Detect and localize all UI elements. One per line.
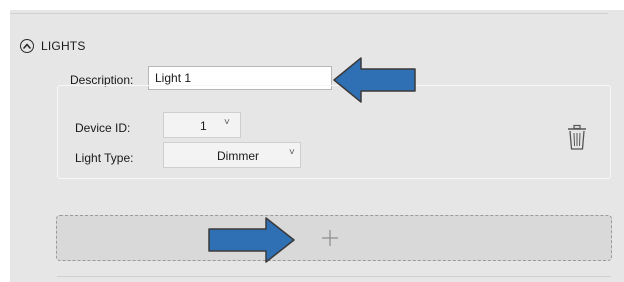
chevron-up-circle-icon[interactable] xyxy=(20,39,34,53)
annotation-arrow-left xyxy=(333,57,416,103)
light-type-label: Light Type: xyxy=(75,151,134,165)
device-id-value: 1 xyxy=(200,119,207,133)
light-type-value: Dimmer xyxy=(217,149,259,163)
chevron-down-icon: ˅ xyxy=(224,117,230,128)
light-type-select[interactable]: Dimmer ˅ xyxy=(163,142,301,168)
trash-icon[interactable] xyxy=(566,124,588,152)
section-title: LIGHTS xyxy=(41,39,86,53)
section-header: LIGHTS xyxy=(20,36,86,56)
bottom-divider xyxy=(57,276,611,277)
chevron-down-icon: ˅ xyxy=(289,147,295,158)
device-id-select[interactable]: 1 ˅ xyxy=(163,112,241,138)
top-divider xyxy=(10,13,608,14)
annotation-arrow-right xyxy=(208,217,295,263)
plus-icon[interactable] xyxy=(321,229,339,247)
device-id-label: Device ID: xyxy=(75,121,131,135)
